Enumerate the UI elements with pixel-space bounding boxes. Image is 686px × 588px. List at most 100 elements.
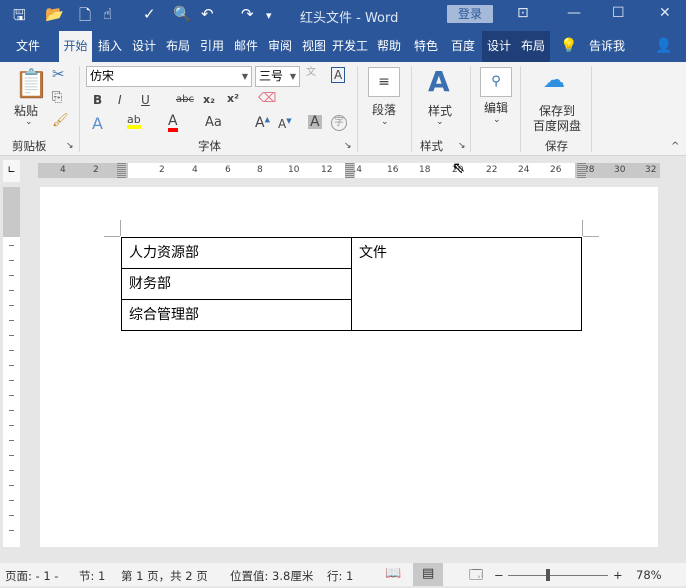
italic-button[interactable]: I: [118, 94, 122, 106]
text-effects-icon[interactable]: A: [92, 116, 103, 132]
ruler-label: 4: [192, 165, 198, 175]
clear-formatting-icon[interactable]: ⌫: [258, 92, 276, 105]
zoom-slider[interactable]: [508, 575, 608, 576]
horizontal-ruler[interactable]: ∟ 4 2 2 4 6 8 10 12 14 16 18 20 22 24 26…: [0, 158, 686, 186]
clipboard-launcher-icon[interactable]: ↘: [66, 142, 74, 151]
styles-launcher-icon[interactable]: ↘: [458, 142, 466, 151]
tab-table-layout[interactable]: 布局: [516, 31, 550, 62]
minimize-button[interactable]: —: [567, 5, 581, 21]
column-marker[interactable]: [345, 163, 354, 178]
open-icon[interactable]: 📂: [45, 5, 64, 23]
font-name-value: 仿宋: [90, 69, 115, 83]
change-case-button[interactable]: Aa: [205, 116, 222, 129]
chevron-down-icon[interactable]: ⌄: [493, 116, 501, 125]
tab-view[interactable]: 视图: [298, 31, 330, 62]
tab-table-design[interactable]: 设计: [482, 31, 516, 62]
print-preview-icon[interactable]: 🔍: [173, 5, 192, 23]
strikethrough-button[interactable]: abc: [176, 95, 194, 105]
redo-icon[interactable]: ↷: [241, 5, 254, 23]
font-size-combo[interactable]: 三号 ▼: [255, 66, 300, 87]
column-marker[interactable]: [577, 163, 586, 178]
ruler-tick: [9, 245, 14, 246]
zoom-in-button[interactable]: +: [613, 568, 623, 582]
cut-icon[interactable]: ✂: [52, 67, 65, 82]
editing-button[interactable]: 编辑: [484, 99, 508, 116]
save-icon[interactable]: 🖫: [13, 5, 26, 30]
character-border-icon[interactable]: A: [331, 67, 346, 83]
tell-me-search[interactable]: 告诉我: [585, 31, 629, 62]
tab-help[interactable]: 帮助: [372, 31, 406, 62]
share-user-icon[interactable]: 👤: [654, 31, 674, 62]
vertical-ruler[interactable]: [3, 187, 20, 547]
tab-review[interactable]: 审阅: [264, 31, 296, 62]
read-mode-icon[interactable]: 📖: [385, 566, 401, 581]
table-cell[interactable]: 财务部: [121, 268, 352, 300]
status-page-count[interactable]: 第 1 页，共 2 页: [121, 568, 208, 584]
find-icon[interactable]: ⚲: [480, 67, 512, 97]
new-document-icon[interactable]: 🗋: [79, 5, 91, 30]
enclose-characters-icon[interactable]: 字: [331, 115, 347, 131]
tab-home[interactable]: 开始: [59, 31, 92, 62]
web-layout-icon[interactable]: 🗔: [469, 566, 483, 588]
highlight-icon[interactable]: ab: [127, 114, 141, 129]
shrink-font-icon[interactable]: A▼: [278, 118, 292, 131]
zoom-out-button[interactable]: −: [494, 568, 504, 582]
status-position[interactable]: 位置值: 3.8厘米: [230, 568, 313, 584]
ribbon-display-icon[interactable]: ⊡: [517, 5, 529, 21]
divider: [591, 66, 592, 152]
chevron-down-icon[interactable]: ⌄: [381, 118, 389, 127]
tab-references[interactable]: 引用: [196, 31, 228, 62]
underline-button[interactable]: U: [141, 94, 150, 106]
table-cell[interactable]: 综合管理部: [121, 299, 352, 331]
character-shading-icon[interactable]: A: [308, 115, 322, 129]
ruler-tick: [9, 395, 14, 396]
undo-icon[interactable]: ↶: [201, 5, 214, 23]
status-page[interactable]: 页面: - 1 -: [5, 568, 58, 584]
copy-icon[interactable]: ⎘: [52, 91, 62, 104]
document-page[interactable]: 人力资源部 文件 财务部 综合管理部: [40, 187, 658, 547]
format-painter-icon[interactable]: 🖌: [52, 114, 69, 127]
zoom-slider-thumb[interactable]: [546, 569, 550, 581]
paste-icon[interactable]: 📋: [14, 70, 49, 98]
zoom-level[interactable]: 78%: [636, 568, 662, 582]
close-button[interactable]: ✕: [659, 5, 671, 21]
styles-icon[interactable]: A: [428, 68, 450, 96]
spelling-icon[interactable]: ✓: [143, 5, 156, 23]
save-to-netdisk-line2[interactable]: 百度网盘: [533, 117, 581, 134]
paragraph-button[interactable]: 段落: [372, 101, 396, 118]
tab-mailings[interactable]: 邮件: [230, 31, 262, 62]
login-button[interactable]: 登录: [447, 5, 493, 23]
status-section[interactable]: 节: 1: [79, 568, 105, 584]
tab-selector-icon[interactable]: ∟: [3, 160, 20, 182]
font-name-combo[interactable]: 仿宋 ▼: [86, 66, 252, 87]
tab-insert[interactable]: 插入: [94, 31, 126, 62]
superscript-button[interactable]: x²: [227, 93, 239, 104]
status-line[interactable]: 行: 1: [327, 568, 353, 584]
table-cell-merged[interactable]: 文件: [351, 237, 582, 331]
paragraph-icon[interactable]: ≡: [368, 67, 400, 97]
column-marker[interactable]: [117, 163, 126, 178]
tab-design[interactable]: 设计: [128, 31, 160, 62]
maximize-button[interactable]: ☐: [612, 5, 625, 21]
customize-qat-icon[interactable]: ▾: [266, 9, 272, 22]
baidu-netdisk-icon[interactable]: ☁: [543, 70, 565, 92]
subscript-button[interactable]: x₂: [203, 94, 215, 105]
tab-features[interactable]: 特色功: [409, 31, 443, 62]
paste-dropdown-icon[interactable]: ⌄: [25, 118, 33, 127]
print-layout-button[interactable]: ▤: [413, 563, 443, 586]
tab-file[interactable]: 文件: [8, 31, 48, 62]
chevron-down-icon[interactable]: ⌄: [436, 118, 444, 127]
table-cell[interactable]: 人力资源部: [121, 237, 352, 269]
touch-mode-icon[interactable]: ☝: [103, 5, 112, 23]
tab-baidu[interactable]: 百度网: [446, 31, 480, 62]
font-launcher-icon[interactable]: ↘: [344, 142, 352, 151]
tab-layout[interactable]: 布局: [162, 31, 194, 62]
grow-font-icon[interactable]: A▲: [255, 116, 270, 130]
ruler-tick: [9, 275, 14, 276]
document-table[interactable]: 人力资源部 文件 财务部 综合管理部: [121, 237, 582, 331]
font-color-icon[interactable]: A: [168, 114, 178, 132]
tab-developer[interactable]: 开发工: [332, 31, 368, 62]
collapse-ribbon-icon[interactable]: ^: [671, 142, 679, 152]
bold-button[interactable]: B: [93, 94, 102, 106]
phonetic-guide-icon[interactable]: 文: [306, 68, 316, 78]
